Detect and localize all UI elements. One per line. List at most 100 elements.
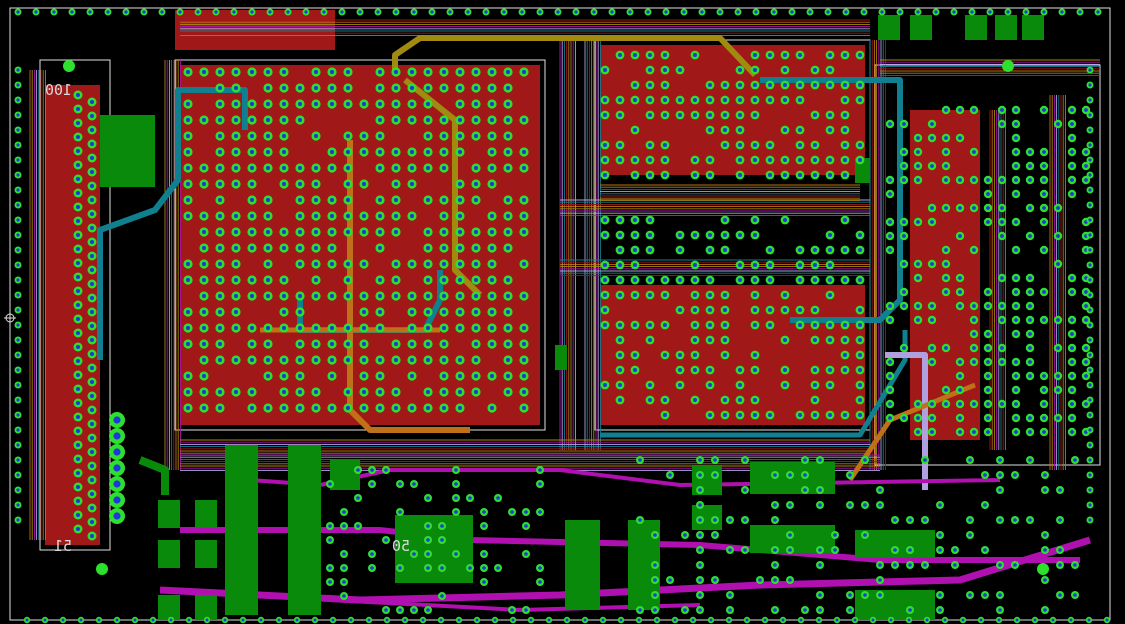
- via: [997, 301, 1007, 311]
- via: [212, 8, 220, 16]
- via: [359, 371, 369, 381]
- via: [375, 307, 385, 317]
- via: [424, 522, 432, 530]
- via: [936, 531, 944, 539]
- via: [109, 460, 125, 476]
- via: [215, 243, 225, 253]
- via: [50, 8, 58, 16]
- via: [183, 195, 193, 205]
- via: [810, 365, 820, 375]
- via: [279, 275, 289, 285]
- via: [536, 508, 544, 516]
- via: [662, 8, 670, 16]
- via: [327, 227, 337, 237]
- via: [87, 405, 97, 415]
- via: [726, 606, 734, 614]
- via: [696, 456, 704, 464]
- via: [735, 125, 745, 135]
- via: [87, 517, 97, 527]
- via: [183, 307, 193, 317]
- via: [452, 466, 460, 474]
- via: [215, 115, 225, 125]
- via: [423, 115, 433, 125]
- via: [842, 8, 850, 16]
- via: [615, 320, 625, 330]
- via: [452, 480, 460, 488]
- via: [503, 131, 513, 141]
- via: [455, 147, 465, 157]
- via: [359, 211, 369, 221]
- via: [690, 395, 700, 405]
- via: [780, 95, 790, 105]
- via: [14, 246, 22, 254]
- via: [86, 8, 94, 16]
- via: [87, 307, 97, 317]
- via: [263, 67, 273, 77]
- via: [600, 110, 610, 120]
- via: [343, 259, 353, 269]
- via: [263, 163, 273, 173]
- via: [295, 291, 305, 301]
- via: [696, 486, 704, 494]
- via: [14, 111, 22, 119]
- via: [1086, 261, 1094, 269]
- via: [263, 323, 273, 333]
- via: [519, 115, 529, 125]
- via: [615, 230, 625, 240]
- via: [279, 99, 289, 109]
- via: [855, 50, 865, 60]
- via: [247, 147, 257, 157]
- via: [645, 215, 655, 225]
- via: [391, 227, 401, 237]
- via: [343, 355, 353, 365]
- via: [327, 291, 337, 301]
- via: [73, 244, 83, 254]
- via: [899, 287, 909, 297]
- via: [997, 105, 1007, 115]
- via: [295, 307, 305, 317]
- via: [519, 371, 529, 381]
- via: [87, 419, 97, 429]
- via: [927, 203, 937, 213]
- via: [876, 561, 884, 569]
- via: [696, 561, 704, 569]
- via: [215, 99, 225, 109]
- via: [1011, 399, 1021, 409]
- via: [439, 83, 449, 93]
- via: [810, 245, 820, 255]
- via: [247, 195, 257, 205]
- via: [645, 65, 655, 75]
- via: [87, 139, 97, 149]
- via: [359, 99, 369, 109]
- via: [284, 8, 292, 16]
- via: [1071, 561, 1079, 569]
- via: [600, 140, 610, 150]
- via: [247, 275, 257, 285]
- via: [1039, 147, 1049, 157]
- via: [519, 355, 529, 365]
- via: [199, 291, 209, 301]
- via: [788, 8, 796, 16]
- pcb-canvas[interactable]: 100 51 50 1 01: [0, 0, 1125, 624]
- via: [87, 111, 97, 121]
- via: [1086, 321, 1094, 329]
- via: [87, 167, 97, 177]
- via: [1086, 216, 1094, 224]
- via: [73, 216, 83, 226]
- via: [295, 211, 305, 221]
- via: [765, 140, 775, 150]
- via: [14, 291, 22, 299]
- via: [215, 163, 225, 173]
- via: [295, 179, 305, 189]
- via: [795, 155, 805, 165]
- via: [630, 80, 640, 90]
- via: [675, 230, 685, 240]
- via: [199, 179, 209, 189]
- via: [1041, 486, 1049, 494]
- via: [199, 355, 209, 365]
- via: [1053, 343, 1063, 353]
- via: [941, 245, 951, 255]
- via: [941, 399, 951, 409]
- via: [885, 217, 895, 227]
- via: [455, 211, 465, 221]
